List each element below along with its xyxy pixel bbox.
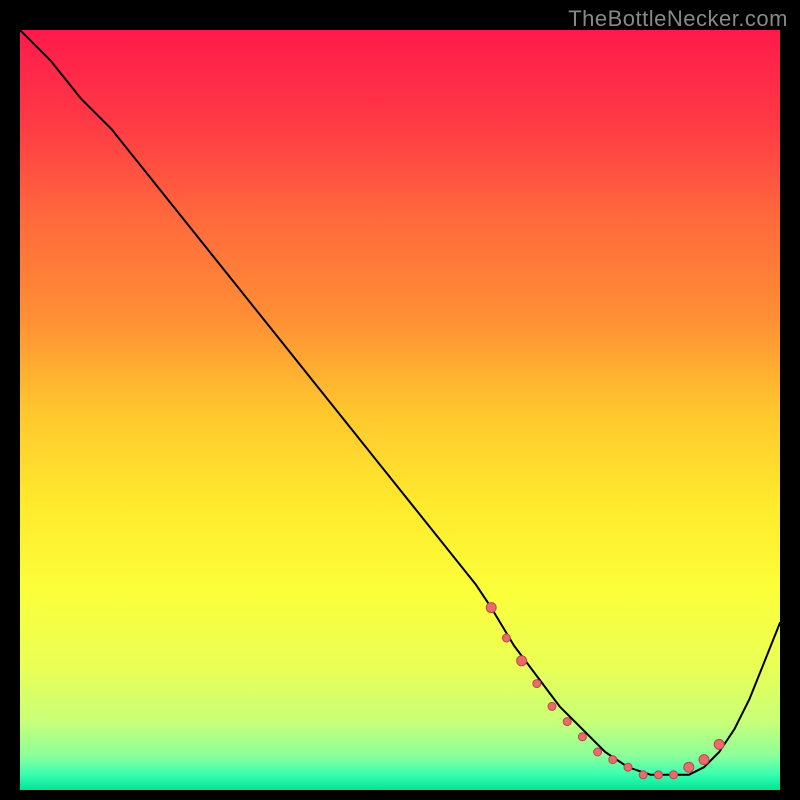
watermark-text: TheBottleNecker.com: [568, 6, 788, 32]
curve-marker-dot: [609, 756, 617, 764]
curve-marker-dot: [563, 718, 571, 726]
curve-marker-dot: [533, 680, 541, 688]
curve-marker-dot: [548, 702, 556, 710]
curve-marker-dot: [670, 771, 678, 779]
curve-marker-dot: [624, 763, 632, 771]
curve-marker-dot: [517, 656, 527, 666]
curve-marker-dot: [699, 755, 709, 765]
curve-marker-dot: [578, 733, 586, 741]
curve-marker-dot: [486, 603, 496, 613]
curve-marker-dot: [714, 739, 724, 749]
curve-marker-dot: [684, 762, 694, 772]
curve-marker-dot: [594, 748, 602, 756]
curve-marker-dot: [654, 771, 662, 779]
gradient-background: [20, 30, 780, 790]
curve-marker-dot: [639, 771, 647, 779]
chart-frame: TheBottleNecker.com: [0, 0, 800, 800]
curve-marker-dot: [502, 634, 510, 642]
heatmap-plot: [20, 30, 780, 790]
